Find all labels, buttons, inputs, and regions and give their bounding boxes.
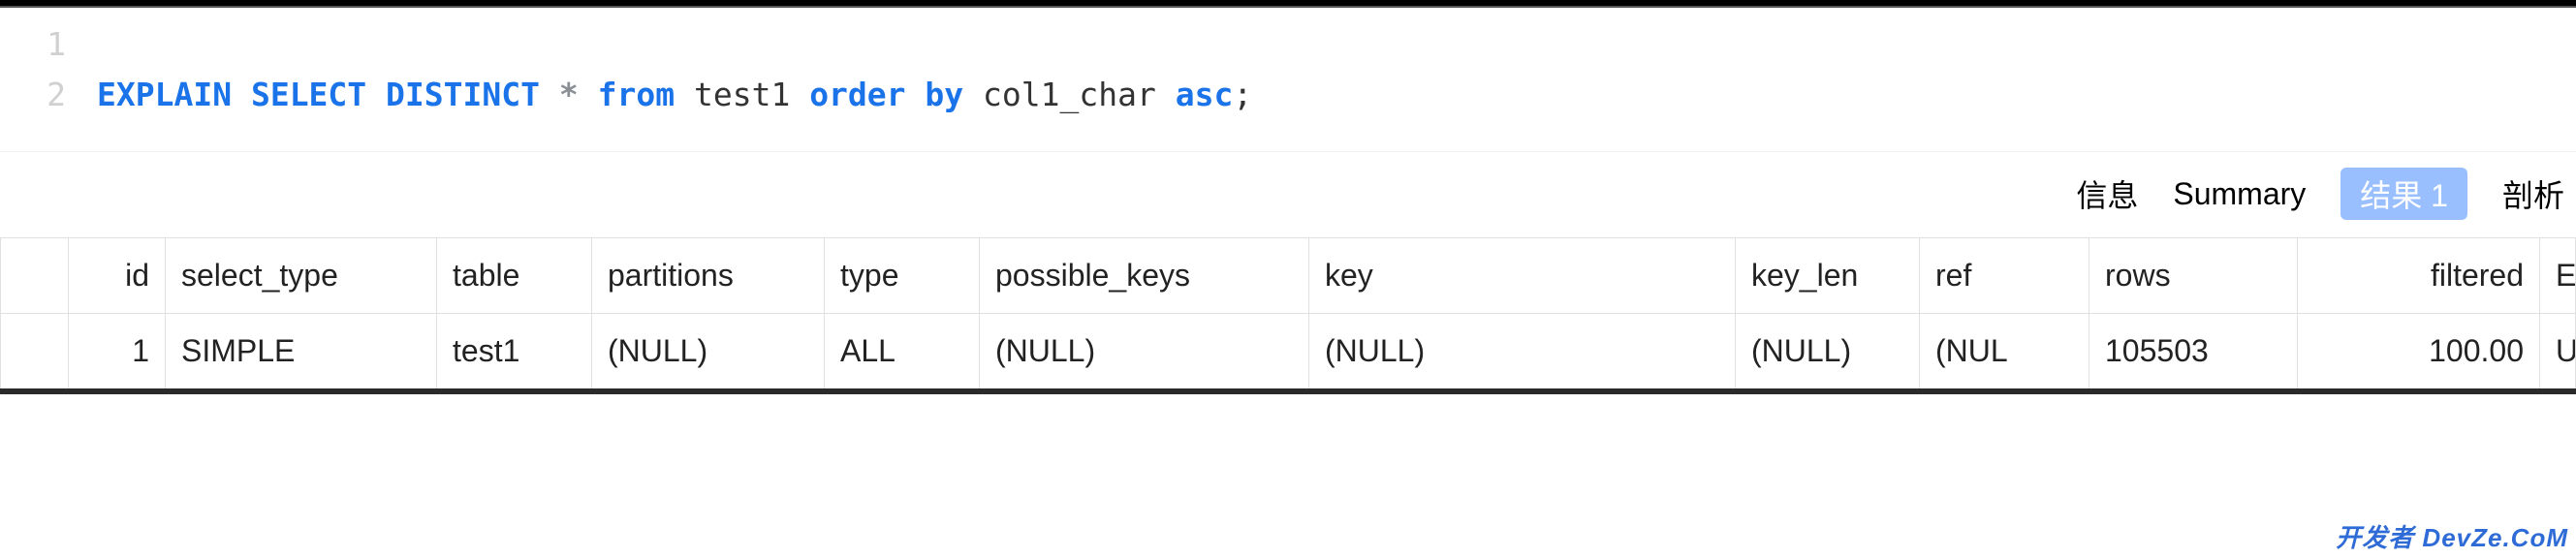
cell-id[interactable]: 1 [69,314,166,392]
tab-结果-1[interactable]: 结果 1 [2340,168,2467,220]
results-table-header: idselect_typetablepartitionstypepossible… [1,238,2576,314]
cell-filtered[interactable]: 100.00 [2298,314,2540,392]
results-table-body: 1SIMPLEtest1(NULL)ALL(NULL)(NULL)(NULL)(… [1,314,2576,392]
code-token: DISTINCT [386,76,540,113]
column-header-ref[interactable]: ref [1920,238,2089,314]
code-token: test1 [675,76,809,113]
column-header-table[interactable]: table [437,238,592,314]
column-header-key[interactable]: key [1309,238,1736,314]
code-token [906,76,926,113]
code-token [579,76,598,113]
table-header-row: idselect_typetablepartitionstypepossible… [1,238,2576,314]
tab-summary[interactable]: Summary [2173,176,2306,212]
cell-key[interactable]: (NULL) [1309,314,1736,392]
window-top-border [0,0,2576,8]
table-row[interactable]: 1SIMPLEtest1(NULL)ALL(NULL)(NULL)(NULL)(… [1,314,2576,392]
cell-possible_keys[interactable]: (NULL) [980,314,1309,392]
cell-table[interactable]: test1 [437,314,592,392]
code-token: SELECT [251,76,366,113]
line-number-gutter: 12 [0,19,97,120]
cell-partitions[interactable]: (NULL) [592,314,825,392]
code-token: by [925,76,963,113]
column-header-rows[interactable]: rows [2089,238,2298,314]
line-number: 2 [0,70,66,120]
cell-select_type[interactable]: SIMPLE [166,314,437,392]
code-token: asc [1176,76,1234,113]
column-header-possible_keys[interactable]: possible_keys [980,238,1309,314]
cell-marker[interactable] [1,314,69,392]
results-table: idselect_typetablepartitionstypepossible… [0,237,2576,394]
cell-type[interactable]: ALL [825,314,980,392]
cell-extra[interactable]: Using [2540,314,2576,392]
code-token: col1_char [963,76,1176,113]
code-token: * [559,76,579,113]
code-token: EXPLAIN [97,76,232,113]
cell-ref[interactable]: (NUL [1920,314,2089,392]
cell-rows[interactable]: 105503 [2089,314,2298,392]
tab-剖析[interactable]: 剖析 [2502,171,2564,216]
code-token [232,76,251,113]
column-header-marker[interactable] [1,238,69,314]
code-token: order [809,76,905,113]
sql-editor[interactable]: 12 EXPLAIN SELECT DISTINCT * from test1 … [0,8,2576,151]
column-header-select_type[interactable]: select_type [166,238,437,314]
column-header-key_len[interactable]: key_len [1736,238,1920,314]
cell-key_len[interactable]: (NULL) [1736,314,1920,392]
column-header-id[interactable]: id [69,238,166,314]
results-tabs-bar: 信息 Summary 结果 1 剖析 [0,151,2576,237]
column-header-filtered[interactable]: filtered [2298,238,2540,314]
code-token [366,76,386,113]
code-token: from [598,76,675,113]
tab-信息[interactable]: 信息 [2076,171,2138,216]
column-header-type[interactable]: type [825,238,980,314]
code-token: ; [1233,76,1252,113]
column-header-extra[interactable]: Extra [2540,238,2576,314]
code-token [540,76,559,113]
column-header-partitions[interactable]: partitions [592,238,825,314]
watermark: 开发者 DevZe.CoM [2336,518,2568,554]
code-content[interactable]: EXPLAIN SELECT DISTINCT * from test1 ord… [97,19,2576,120]
line-number: 1 [0,19,66,70]
code-line[interactable] [97,19,2576,70]
code-line[interactable]: EXPLAIN SELECT DISTINCT * from test1 ord… [97,70,2576,120]
